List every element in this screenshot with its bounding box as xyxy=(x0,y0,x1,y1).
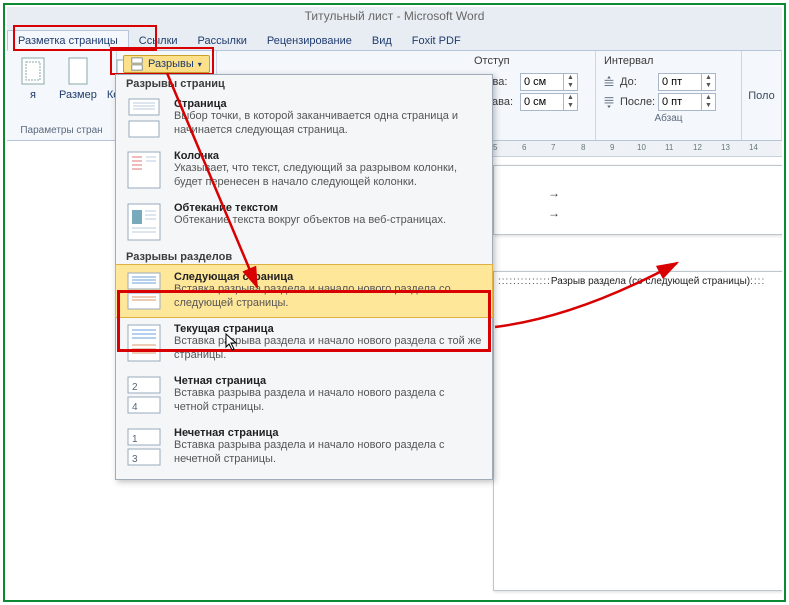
spin-up-icon[interactable]: ▲ xyxy=(701,94,715,102)
break-column-title: Колонка xyxy=(174,150,482,162)
position-truncated-label: Поло xyxy=(748,90,774,102)
document-page-1[interactable]: → → xyxy=(493,165,782,235)
break-column-desc: Указывает, что текст, следующий за разры… xyxy=(174,162,482,190)
document-page-2[interactable]: ::::::::::::::Разрыв раздела (со следующ… xyxy=(493,271,782,591)
tab-foxit-pdf[interactable]: Foxit PDF xyxy=(402,31,471,50)
ruler-mark: 10 xyxy=(637,143,646,152)
break-textwrap-desc: Обтекание текста вокруг объектов на веб-… xyxy=(174,214,446,228)
break-textwrap-item[interactable]: Обтекание текстомОбтекание текста вокруг… xyxy=(116,196,492,248)
break-textwrap-title: Обтекание текстом xyxy=(174,202,446,214)
spacing-after-label: После: xyxy=(620,96,654,108)
break-continuous-desc: Вставка разрыва раздела и начало нового … xyxy=(174,335,482,363)
ribbon-tabs: Разметка страницы Ссылки Рассылки Реценз… xyxy=(7,27,782,51)
dropdown-section-page-breaks: Разрывы страниц xyxy=(116,75,492,92)
break-nextpage-title: Следующая страница xyxy=(174,271,482,283)
ruler-mark: 6 xyxy=(522,143,526,152)
indent-right-input[interactable] xyxy=(521,96,563,108)
breaks-button[interactable]: Разрывы ▾ xyxy=(123,55,210,73)
section-break-marker: ::::::::::::::Разрыв раздела (со следующ… xyxy=(498,276,778,287)
size-label: Размер xyxy=(59,89,97,101)
tab-mailings[interactable]: Рассылки xyxy=(188,31,257,50)
break-oddpage-item[interactable]: 13 Нечетная страницаВставка разрыва разд… xyxy=(116,421,492,473)
spin-down-icon[interactable]: ▼ xyxy=(563,102,577,110)
ruler-mark: 12 xyxy=(693,143,702,152)
tab-review[interactable]: Рецензирование xyxy=(257,31,362,50)
ruler-mark: 11 xyxy=(665,143,673,152)
margins-button[interactable]: я xyxy=(13,53,53,123)
breaks-label: Разрывы xyxy=(148,58,194,70)
continuous-break-icon xyxy=(126,323,162,363)
indent-right-spinner[interactable]: ▲▼ xyxy=(520,93,578,111)
break-oddpage-title: Нечетная страница xyxy=(174,427,482,439)
margins-label: я xyxy=(30,89,36,101)
page-setup-group-label: Параметры стран xyxy=(13,123,110,138)
break-continuous-title: Текущая страница xyxy=(174,323,482,335)
break-evenpage-title: Четная страница xyxy=(174,375,482,387)
spacing-after-icon xyxy=(602,95,616,109)
break-page-desc: Выбор точки, в которой заканчивается одн… xyxy=(174,110,482,138)
spin-down-icon[interactable]: ▼ xyxy=(563,82,577,90)
horizontal-ruler[interactable]: 5 6 7 8 9 10 11 12 13 14 xyxy=(487,141,782,157)
ruler-mark: 14 xyxy=(749,143,758,152)
spacing-after-input[interactable] xyxy=(659,96,701,108)
break-oddpage-desc: Вставка разрыва раздела и начало нового … xyxy=(174,439,482,467)
chevron-down-icon: ▾ xyxy=(198,60,202,69)
break-evenpage-desc: Вставка разрыва раздела и начало нового … xyxy=(174,387,482,415)
break-continuous-item[interactable]: Текущая страницаВставка разрыва раздела … xyxy=(116,317,492,369)
cursor-icon xyxy=(225,333,239,353)
dropdown-section-section-breaks: Разрывы разделов xyxy=(116,248,492,265)
margins-icon xyxy=(17,55,49,87)
interval-header: Интервал xyxy=(602,53,735,69)
breaks-icon xyxy=(130,57,144,71)
svg-text:2: 2 xyxy=(132,382,138,393)
break-page-title: Страница xyxy=(174,98,482,110)
size-button[interactable]: Размер xyxy=(55,53,101,123)
size-icon xyxy=(62,55,94,87)
ruler-mark: 9 xyxy=(610,143,614,152)
svg-text:4: 4 xyxy=(132,402,138,413)
window-title: Титульный лист - Microsoft Word xyxy=(7,7,782,27)
indent-header: Отступ xyxy=(472,53,589,69)
spin-up-icon[interactable]: ▲ xyxy=(563,74,577,82)
section-break-label: Разрыв раздела (со следующей страницы) xyxy=(551,276,750,287)
break-column-item[interactable]: КолонкаУказывает, что текст, следующий з… xyxy=(116,144,492,196)
ruler-mark: 5 xyxy=(493,143,497,152)
spin-down-icon[interactable]: ▼ xyxy=(701,102,715,110)
tab-arrow-icon: → xyxy=(548,186,560,200)
page-break-icon xyxy=(126,98,162,138)
oddpage-break-icon: 13 xyxy=(126,427,162,467)
svg-text:1: 1 xyxy=(132,434,138,445)
break-nextpage-item[interactable]: Следующая страницаВставка разрыва раздел… xyxy=(115,264,493,318)
break-evenpage-item[interactable]: 24 Четная страницаВставка разрыва раздел… xyxy=(116,369,492,421)
spin-up-icon[interactable]: ▲ xyxy=(563,94,577,102)
tab-references[interactable]: Ссылки xyxy=(129,31,188,50)
evenpage-break-icon: 24 xyxy=(126,375,162,415)
breaks-dropdown: Разрывы страниц СтраницаВыбор точки, в к… xyxy=(115,74,493,480)
column-break-icon xyxy=(126,150,162,190)
ruler-mark: 8 xyxy=(581,143,585,152)
tab-view[interactable]: Вид xyxy=(362,31,402,50)
spin-up-icon[interactable]: ▲ xyxy=(701,74,715,82)
spacing-after-spinner[interactable]: ▲▼ xyxy=(658,93,716,111)
ruler-mark: 7 xyxy=(551,143,555,152)
break-page-item[interactable]: СтраницаВыбор точки, в которой заканчива… xyxy=(116,92,492,144)
tab-arrow-icon: → xyxy=(548,206,560,220)
document-area[interactable]: 5 6 7 8 9 10 11 12 13 14 → → :::::::::::… xyxy=(487,141,782,598)
spacing-before-icon xyxy=(602,75,616,89)
spacing-before-spinner[interactable]: ▲▼ xyxy=(658,73,716,91)
spacing-before-label: До: xyxy=(620,76,654,88)
nextpage-break-icon xyxy=(126,271,162,311)
paragraph-group-label: Абзац xyxy=(602,111,735,126)
indent-left-spinner[interactable]: ▲▼ xyxy=(520,73,578,91)
indent-left-input[interactable] xyxy=(521,76,563,88)
spin-down-icon[interactable]: ▼ xyxy=(701,82,715,90)
spacing-before-input[interactable] xyxy=(659,76,701,88)
break-nextpage-desc: Вставка разрыва раздела и начало нового … xyxy=(174,283,482,311)
ruler-mark: 13 xyxy=(721,143,730,152)
svg-text:3: 3 xyxy=(132,454,138,465)
tab-page-layout[interactable]: Разметка страницы xyxy=(7,30,129,51)
textwrap-break-icon xyxy=(126,202,162,242)
